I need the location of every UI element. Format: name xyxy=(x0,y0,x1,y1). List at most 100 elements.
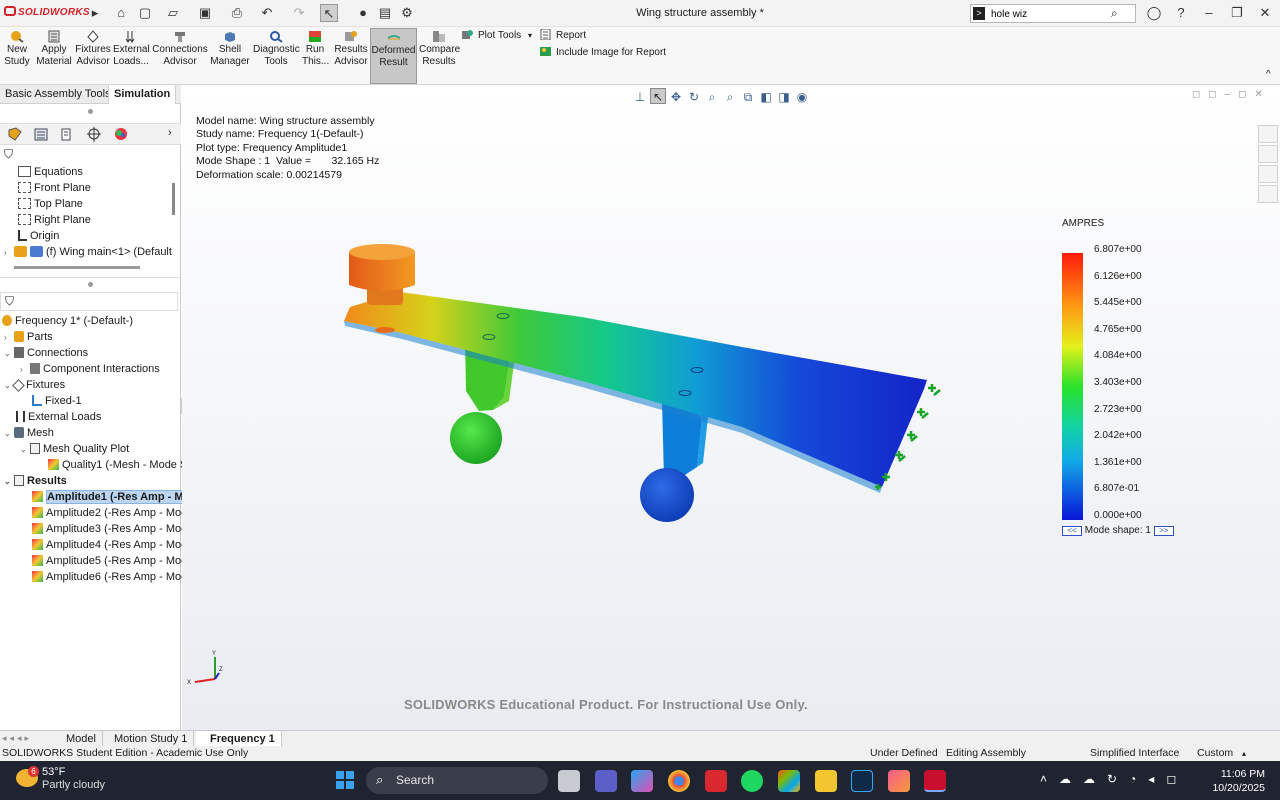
property-manager-icon[interactable] xyxy=(32,127,50,142)
study-amplitude-2[interactable]: Amplitude2 (-Res Amp - Mod xyxy=(32,505,187,521)
clock[interactable]: 11:06 PM 10/20/2025 xyxy=(1210,767,1265,795)
study-root[interactable]: Frequency 1* (-Default-) xyxy=(2,313,133,329)
start-windows-icon[interactable] xyxy=(334,769,356,791)
tree-item-front-plane[interactable]: Front Plane xyxy=(18,180,91,196)
store-icon[interactable] xyxy=(778,770,800,792)
external-loads-button[interactable]: External Loads... xyxy=(113,28,150,84)
new-document-icon[interactable]: ▢ xyxy=(136,4,154,22)
solidworks-resources-icon[interactable] xyxy=(1258,125,1278,143)
study-amplitude-4[interactable]: Amplitude4 (-Res Amp - Mod xyxy=(32,537,187,553)
study-external-loads[interactable]: External Loads xyxy=(16,409,101,425)
tree-item-equations[interactable]: Equations xyxy=(18,164,83,180)
dimxpert-manager-icon[interactable] xyxy=(85,127,103,142)
collapse-arrow-icon[interactable]: ⌄ xyxy=(20,442,30,458)
include-image-for-report-button[interactable]: Include Image for Report xyxy=(540,45,666,61)
study-component-interactions[interactable]: › Component Interactions xyxy=(20,361,160,377)
copilot-icon[interactable] xyxy=(631,770,653,792)
redo-icon[interactable]: ↷ xyxy=(290,4,308,22)
solidworks-logo[interactable]: SOLIDWORKS xyxy=(4,6,90,18)
results-advisor-button[interactable]: Results Advisor xyxy=(333,28,369,84)
chevron-up-icon[interactable]: ▴ xyxy=(1242,746,1246,761)
collapse-arrow-icon[interactable]: ⌄ xyxy=(4,346,14,362)
appearances-icon[interactable] xyxy=(1258,165,1278,183)
options-gear-icon[interactable]: ⚙ xyxy=(398,4,416,22)
study-connections[interactable]: ⌄ Connections xyxy=(4,345,88,361)
traffic-light-icon[interactable]: ● xyxy=(354,4,372,22)
account-icon[interactable]: ◯ xyxy=(1145,5,1163,21)
tab-motion-study-1[interactable]: Motion Study 1 xyxy=(108,731,195,747)
expand-arrow-icon[interactable]: › xyxy=(4,330,14,346)
pane-splitter[interactable] xyxy=(0,277,181,287)
weather-widget[interactable]: 6 53°F Partly cloudy xyxy=(14,766,105,792)
search-icon[interactable]: ⌕ xyxy=(1111,6,1118,21)
tab-scroll-arrows[interactable]: ◂◂◂▸ xyxy=(2,733,32,744)
tab-basic-assembly-tools[interactable]: Basic Assembly Tools xyxy=(0,85,116,104)
study-fixtures[interactable]: ⌄ Fixtures xyxy=(4,377,65,393)
tab-simulation[interactable]: Simulation xyxy=(108,85,177,104)
units-status[interactable]: Custom xyxy=(1197,746,1233,761)
report-button[interactable]: Report xyxy=(540,28,586,44)
open-icon[interactable]: ▱ xyxy=(164,4,182,22)
connections-advisor-button[interactable]: Connections Advisor xyxy=(152,28,208,84)
run-this-study-button[interactable]: Run This... xyxy=(302,28,329,84)
tree-horizontal-scrollbar[interactable] xyxy=(14,266,140,269)
study-mesh[interactable]: ⌄ Mesh xyxy=(4,425,54,441)
save-icon[interactable]: ▣ xyxy=(196,4,214,22)
deformed-result-button[interactable]: Deformed Result xyxy=(370,28,417,84)
splitter-handle-icon[interactable] xyxy=(88,109,93,114)
taskbar-search-box[interactable]: ⌕ Search xyxy=(366,767,548,794)
adobe-icon[interactable] xyxy=(705,770,727,792)
expand-arrow-icon[interactable]: › xyxy=(20,362,30,378)
home-icon[interactable]: ⌂ xyxy=(112,4,130,22)
study-amplitude-1[interactable]: Amplitude1 (-Res Amp - Mo xyxy=(32,489,192,505)
study-filter-box[interactable]: ⛉ xyxy=(0,292,178,311)
creative-cloud-icon[interactable] xyxy=(888,770,910,792)
study-fixed-1[interactable]: Fixed-1 xyxy=(32,393,82,409)
search-commands-box[interactable]: > ⌕ xyxy=(970,4,1136,23)
collapse-arrow-icon[interactable]: ⌄ xyxy=(4,426,14,442)
study-mesh-quality-plot[interactable]: ⌄ Mesh Quality Plot xyxy=(20,441,129,457)
solidworks-taskbar-icon[interactable] xyxy=(924,770,946,792)
restore-icon[interactable]: ❐ xyxy=(1228,5,1246,21)
study-amplitude-3[interactable]: Amplitude3 (-Res Amp - Mod xyxy=(32,521,187,537)
diagnostic-tools-button[interactable]: Diagnostic Tools xyxy=(253,28,300,84)
study-quality1[interactable]: Quality1 (-Mesh - Mode Sh xyxy=(48,457,193,473)
shell-manager-button[interactable]: Shell Manager xyxy=(210,28,250,84)
tab-model[interactable]: Model xyxy=(60,731,103,747)
chevron-right-icon[interactable]: › xyxy=(168,127,172,139)
photoshop-icon[interactable] xyxy=(851,770,873,792)
display-manager-icon[interactable] xyxy=(112,127,130,142)
task-view-icon[interactable] xyxy=(558,770,580,792)
fixtures-advisor-button[interactable]: Fixtures Advisor xyxy=(75,28,111,84)
tree-item-top-plane[interactable]: Top Plane xyxy=(18,196,83,212)
compare-results-button[interactable]: Compare Results xyxy=(419,28,460,84)
system-tray-icons[interactable]: ˄☁☁↻◔◂◻ xyxy=(1040,772,1188,786)
graphics-area[interactable]: ⊥ ↖ ✥ ↻ ⌕ ⌕ ⧉ ◧ ◨ ◉ ◻◻–◻✕ Model name: Wing struct… xyxy=(182,85,1280,730)
previous-mode-button[interactable]: << xyxy=(1062,526,1082,536)
minimize-icon[interactable]: – xyxy=(1200,5,1218,21)
search-input[interactable] xyxy=(991,7,1101,21)
close-icon[interactable]: ✕ xyxy=(1256,5,1274,21)
expand-arrow-icon[interactable]: › xyxy=(4,245,14,261)
design-library-icon[interactable] xyxy=(1258,145,1278,163)
feature-manager-icon[interactable] xyxy=(6,127,24,142)
select-icon[interactable]: ↖ xyxy=(320,4,338,22)
tree-item-wing-main[interactable]: › (f) Wing main<1> (Default xyxy=(4,244,172,260)
tree-scrollbar[interactable] xyxy=(172,183,175,215)
menu-expand-icon[interactable]: ▸ xyxy=(86,4,104,22)
help-icon[interactable]: ? xyxy=(1172,5,1190,21)
study-results[interactable]: ⌄ Results xyxy=(4,473,67,489)
plot-tools-button[interactable]: Plot Tools ▾ xyxy=(462,28,532,44)
study-amplitude-6[interactable]: Amplitude6 (-Res Amp - Mod xyxy=(32,569,187,585)
study-parts[interactable]: › Parts xyxy=(4,329,53,345)
teams-icon[interactable] xyxy=(595,770,617,792)
spotify-icon[interactable] xyxy=(741,770,763,792)
filter-icon[interactable]: ⛉ xyxy=(4,147,13,162)
collapse-ribbon-icon[interactable]: ^ xyxy=(1266,69,1271,80)
tab-frequency-1[interactable]: Frequency 1 xyxy=(196,731,282,747)
next-mode-button[interactable]: >> xyxy=(1153,526,1174,536)
chrome-icon[interactable] xyxy=(668,770,690,792)
print-icon[interactable]: ⎙ xyxy=(228,4,246,22)
configuration-manager-icon[interactable] xyxy=(58,127,76,142)
undo-icon[interactable]: ↶ xyxy=(258,4,276,22)
